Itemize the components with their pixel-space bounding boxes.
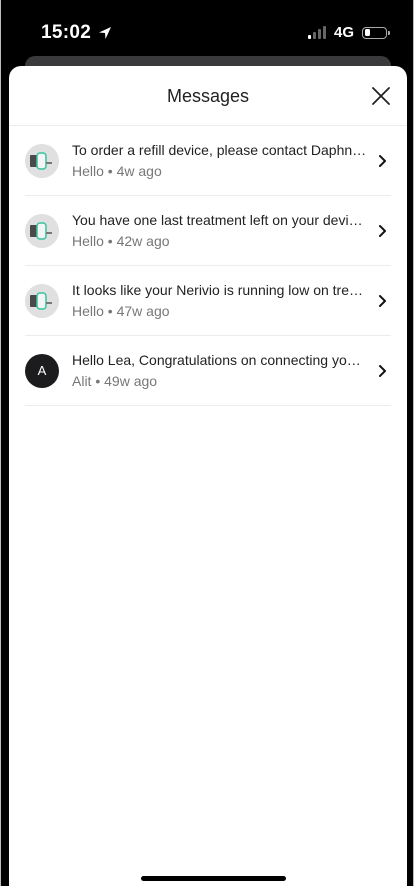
status-time: 15:02 xyxy=(41,22,92,43)
device-avatar-icon xyxy=(25,213,59,248)
phone-screen: 15:02 4G Messages To order a refill devi… xyxy=(0,0,414,886)
status-time-group: 15:02 xyxy=(41,22,113,44)
message-sender: Alit xyxy=(72,372,92,389)
message-row[interactable]: You have one last treatment left on your… xyxy=(25,196,391,266)
message-sender: Hello xyxy=(72,302,104,319)
sheet-header: Messages xyxy=(9,66,407,126)
page-title: Messages xyxy=(166,86,250,106)
message-meta: Alit • 49w ago xyxy=(72,372,158,389)
message-text: To order a refill device, please contact… xyxy=(72,141,367,181)
chevron-right-icon xyxy=(379,364,386,377)
battery-icon xyxy=(362,26,390,39)
message-sender: Hello xyxy=(72,162,104,179)
chevron-right-icon xyxy=(379,294,386,307)
message-text: It looks like your Nerivio is running lo… xyxy=(72,281,367,321)
device-avatar-icon xyxy=(25,143,59,178)
message-text: You have one last treatment left on your… xyxy=(72,211,367,251)
message-title: It looks like your Nerivio is running lo… xyxy=(72,281,367,298)
device-avatar-icon xyxy=(25,283,59,318)
message-age: 47w ago xyxy=(116,302,170,319)
message-meta: Hello • 4w ago xyxy=(72,162,162,179)
message-row[interactable]: It looks like your Nerivio is running lo… xyxy=(25,266,391,336)
signal-icon xyxy=(307,26,326,39)
message-text: Hello Lea, Congratulations on connecting… xyxy=(72,351,367,391)
message-meta: Hello • 42w ago xyxy=(72,232,170,249)
message-sender: Hello xyxy=(72,232,104,249)
message-row[interactable]: A Hello Lea, Congratulations on connecti… xyxy=(25,336,391,406)
letter-avatar: A xyxy=(25,353,59,388)
close-icon[interactable] xyxy=(369,84,393,108)
messages-sheet: Messages To order a refill device, pleas… xyxy=(9,66,407,886)
chevron-right-icon xyxy=(379,154,386,167)
message-row[interactable]: To order a refill device, please contact… xyxy=(25,126,391,196)
status-indicators: 4G xyxy=(307,24,390,41)
message-meta: Hello • 47w ago xyxy=(72,302,170,319)
message-age: 4w ago xyxy=(116,162,162,179)
message-age: 49w ago xyxy=(104,372,158,389)
location-arrow-icon xyxy=(99,27,112,39)
message-age: 42w ago xyxy=(116,232,170,249)
message-list: To order a refill device, please contact… xyxy=(9,126,407,406)
message-title: You have one last treatment left on your… xyxy=(72,211,367,228)
chevron-right-icon xyxy=(379,224,386,237)
home-indicator[interactable] xyxy=(141,876,286,881)
message-title: Hello Lea, Congratulations on connecting… xyxy=(72,351,367,368)
network-label: 4G xyxy=(333,24,354,41)
status-bar: 15:02 4G xyxy=(1,0,413,60)
message-title: To order a refill device, please contact… xyxy=(72,141,367,158)
